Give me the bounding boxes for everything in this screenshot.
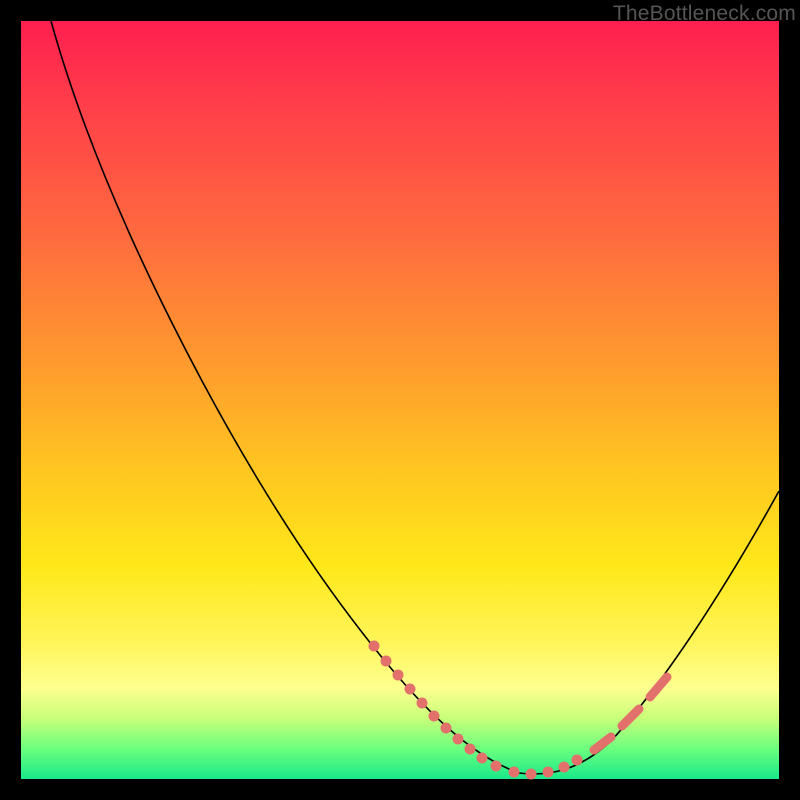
attribution-text: TheBottleneck.com — [613, 2, 796, 26]
marker-dot — [559, 762, 570, 773]
marker-dot — [526, 769, 537, 780]
marker-dot — [429, 711, 440, 722]
marker-dot — [509, 767, 520, 778]
outer-frame: TheBottleneck.com — [0, 0, 800, 800]
marker-dot — [405, 684, 416, 695]
marker-dot — [572, 755, 583, 766]
marker-dot — [465, 744, 476, 755]
marker-dot — [453, 734, 464, 745]
marker-dot — [417, 698, 428, 709]
marker-dot — [477, 753, 488, 764]
bottleneck-curve — [51, 21, 779, 774]
marker-dot — [543, 767, 554, 778]
marker-dot — [441, 723, 452, 734]
marker-dot — [381, 656, 392, 667]
marker-dash — [594, 737, 611, 750]
marker-dot — [491, 761, 502, 772]
plot-area — [21, 21, 779, 779]
marker-dot — [369, 641, 380, 652]
highlight-markers — [369, 641, 668, 780]
marker-dash — [622, 709, 639, 726]
chart-svg — [21, 21, 779, 779]
marker-dash — [650, 677, 667, 697]
marker-dot — [393, 670, 404, 681]
